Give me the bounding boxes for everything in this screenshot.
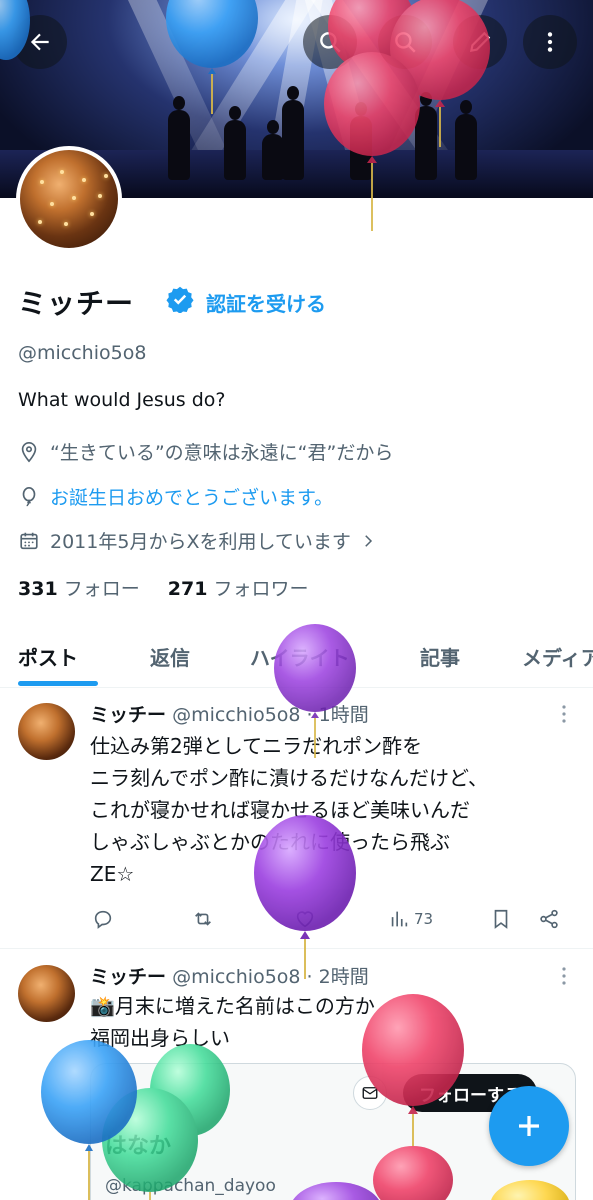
followers-count: 271 [167, 578, 208, 600]
tab-media[interactable]: メディア [522, 642, 593, 671]
arrow-left-icon [30, 33, 49, 51]
following-label: フォロー [63, 578, 140, 600]
location-text: “生きている”の意味は永遠に“君”だから [50, 442, 394, 464]
repost-icon [195, 912, 211, 926]
followers-label: フォロワー [213, 578, 309, 600]
followers-link[interactable]: 271 フォロワー [168, 578, 309, 600]
post-text-line: 仕込み第2弾としてニラだれポン酢を [90, 734, 423, 758]
search-button[interactable] [303, 15, 357, 69]
profile-birthday[interactable]: お誕生日おめでとうございます。 [18, 483, 333, 510]
post-header: ミッチー @micchio5o8 · 1時間 [90, 700, 369, 727]
profile-location: “生きている”の意味は永遠に“君”だから [18, 438, 393, 465]
back-button[interactable] [13, 15, 67, 69]
more-icon[interactable] [556, 704, 572, 724]
profile-name: ミッチー [18, 287, 135, 320]
search-button-2[interactable] [378, 15, 432, 69]
post-text-line: しゃぶしゃぶとかのたれに使ったら飛ぶ [90, 830, 450, 854]
post-header: ミッチー @micchio5o8 · 2時間 [90, 962, 369, 989]
post-actions: 73 [90, 908, 570, 934]
card-profile-handle: @kappachan_dayoo [105, 1176, 276, 1196]
pencil-icon [469, 31, 491, 53]
post-text-line: これが寝かせれば寝かせるほど美味いんだ [90, 798, 470, 822]
share-icon [540, 909, 558, 929]
tab-posts[interactable]: ポスト [18, 642, 78, 671]
following-link[interactable]: 331 フォロー [18, 578, 140, 600]
post-divider [0, 948, 593, 949]
search-icon [320, 32, 341, 53]
post-text-line: ニラ刻んでポン酢に漬けるだけなんだけど、 [90, 766, 488, 790]
calendar-icon [20, 532, 38, 549]
reply-icon [94, 910, 112, 929]
post-avatar[interactable] [18, 703, 75, 760]
more-button[interactable] [523, 15, 577, 69]
search-icon [395, 32, 416, 53]
repost-button[interactable] [192, 908, 214, 930]
edit-button[interactable] [453, 15, 507, 69]
get-verified-link[interactable]: 認証を受ける [206, 288, 326, 317]
location-pin-icon [21, 441, 37, 462]
post-author-name[interactable]: ミッチー [90, 704, 166, 726]
reply-button[interactable] [92, 908, 114, 930]
views-button[interactable]: 73 [388, 908, 433, 930]
profile-handle: @micchio5o8 [18, 342, 147, 364]
verified-badge-icon[interactable] [166, 285, 194, 313]
more-icon[interactable] [556, 966, 572, 986]
post-text-line: 福岡出身らしい [90, 1026, 230, 1050]
post-meta: @micchio5o8 · 2時間 [172, 966, 369, 988]
post-author-name[interactable]: ミッチー [90, 966, 166, 988]
post-text-line: 📸月末に増えた名前はこの方か [90, 994, 375, 1018]
post-avatar[interactable] [18, 965, 75, 1022]
post-text: 📸月末に増えた名前はこの方か 福岡出身らしい [90, 990, 375, 1054]
like-button[interactable] [294, 908, 316, 930]
post-text: 仕込み第2弾としてニラだれポン酢を ニラ刻んでポン酢に漬けるだけなんだけど、 こ… [90, 730, 488, 890]
tab-highlights[interactable]: ハイライト [250, 642, 350, 671]
joined-text: 2011年5月からXを利用しています [50, 531, 351, 553]
post-text-line: ZE☆ [90, 862, 135, 886]
views-icon [391, 911, 408, 927]
bookmark-icon [494, 909, 508, 929]
share-button[interactable] [538, 908, 560, 930]
mail-icon [362, 1087, 378, 1099]
follow-stats: 331 フォロー 271 フォロワー [18, 574, 309, 601]
compose-button[interactable] [489, 1086, 569, 1166]
active-tab-indicator [18, 681, 98, 686]
more-vertical-icon [547, 32, 553, 52]
following-count: 331 [18, 578, 58, 600]
balloon-icon [22, 486, 36, 506]
profile-tabs: ポスト 返信 ハイライト 記事 メディア [0, 632, 593, 688]
views-count: 73 [414, 910, 434, 928]
tab-replies[interactable]: 返信 [150, 642, 190, 671]
tab-articles[interactable]: 記事 [420, 642, 460, 671]
profile-joined[interactable]: 2011年5月からXを利用しています [18, 527, 387, 554]
heart-icon [296, 911, 314, 928]
chevron-right-icon [365, 534, 372, 547]
birthday-text: お誕生日おめでとうございます。 [50, 487, 334, 509]
bookmark-button[interactable] [490, 908, 512, 930]
post-meta: @micchio5o8 · 1時間 [172, 704, 369, 726]
card-profile-name[interactable]: はなか [105, 1128, 171, 1160]
message-button[interactable] [353, 1076, 387, 1110]
profile-avatar[interactable] [16, 146, 122, 252]
plus-icon [519, 1116, 539, 1136]
profile-bio: What would Jesus do? [18, 389, 226, 411]
